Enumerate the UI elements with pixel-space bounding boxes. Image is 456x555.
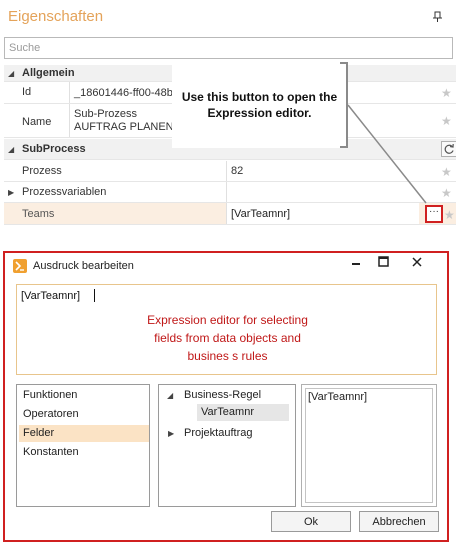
tree-node-business-regel[interactable]: ◢ Business-Regel [167,387,293,404]
ok-button[interactable]: Ok [271,511,351,532]
list-item-operatoren[interactable]: Operatoren [19,406,149,423]
minimize-icon [352,263,360,265]
note-line: busines s rules [187,349,268,363]
collapse-arrow-icon[interactable]: ◢ [167,387,173,404]
list-item-felder[interactable]: Felder [19,425,149,442]
preview-text: [VarTeamnr] [308,391,368,403]
tree-node-label: Business-Regel [184,389,262,401]
close-button[interactable] [408,256,426,270]
expression-editor-dialog: Ausdruck bearbeiten [VarTeamnr] Expressi… [3,251,449,542]
list-item-funktionen[interactable]: Funktionen [19,387,149,404]
expression-editor-icon [13,259,27,273]
preview-box: [VarTeamnr] [301,384,437,507]
expression-editor-note: Expression editor for selecting fields f… [17,311,438,365]
note-line: fields from data objects and [154,331,301,345]
maximize-icon [377,256,389,267]
expand-arrow-icon[interactable]: ▶ [168,425,174,442]
note-line: Expression editor for selecting [147,313,308,327]
tree-node-label: VarTeamnr [201,406,254,418]
list-item-konstanten[interactable]: Konstanten [19,444,149,461]
tree-node-label: Projektauftrag [184,427,253,439]
tree-node-varteamnr[interactable]: VarTeamnr [197,404,289,421]
expression-input[interactable]: [VarTeamnr] Expression editor for select… [16,284,437,375]
preview-inner: [VarTeamnr] [305,388,433,503]
text-caret [94,289,95,302]
field-tree[interactable]: ◢ Business-Regel VarTeamnr ▶ Projektauft… [158,384,296,507]
cancel-button[interactable]: Abbrechen [359,511,439,532]
dialog-title: Ausdruck bearbeiten [33,260,134,272]
tree-node-projektauftrag[interactable]: ▶ Projektauftrag [167,425,293,442]
expression-text: [VarTeamnr] [21,290,81,302]
category-list[interactable]: Funktionen Operatoren Felder Konstanten [16,384,150,507]
minimize-button[interactable] [347,256,365,270]
maximize-button[interactable] [374,256,392,270]
close-icon [412,257,422,267]
